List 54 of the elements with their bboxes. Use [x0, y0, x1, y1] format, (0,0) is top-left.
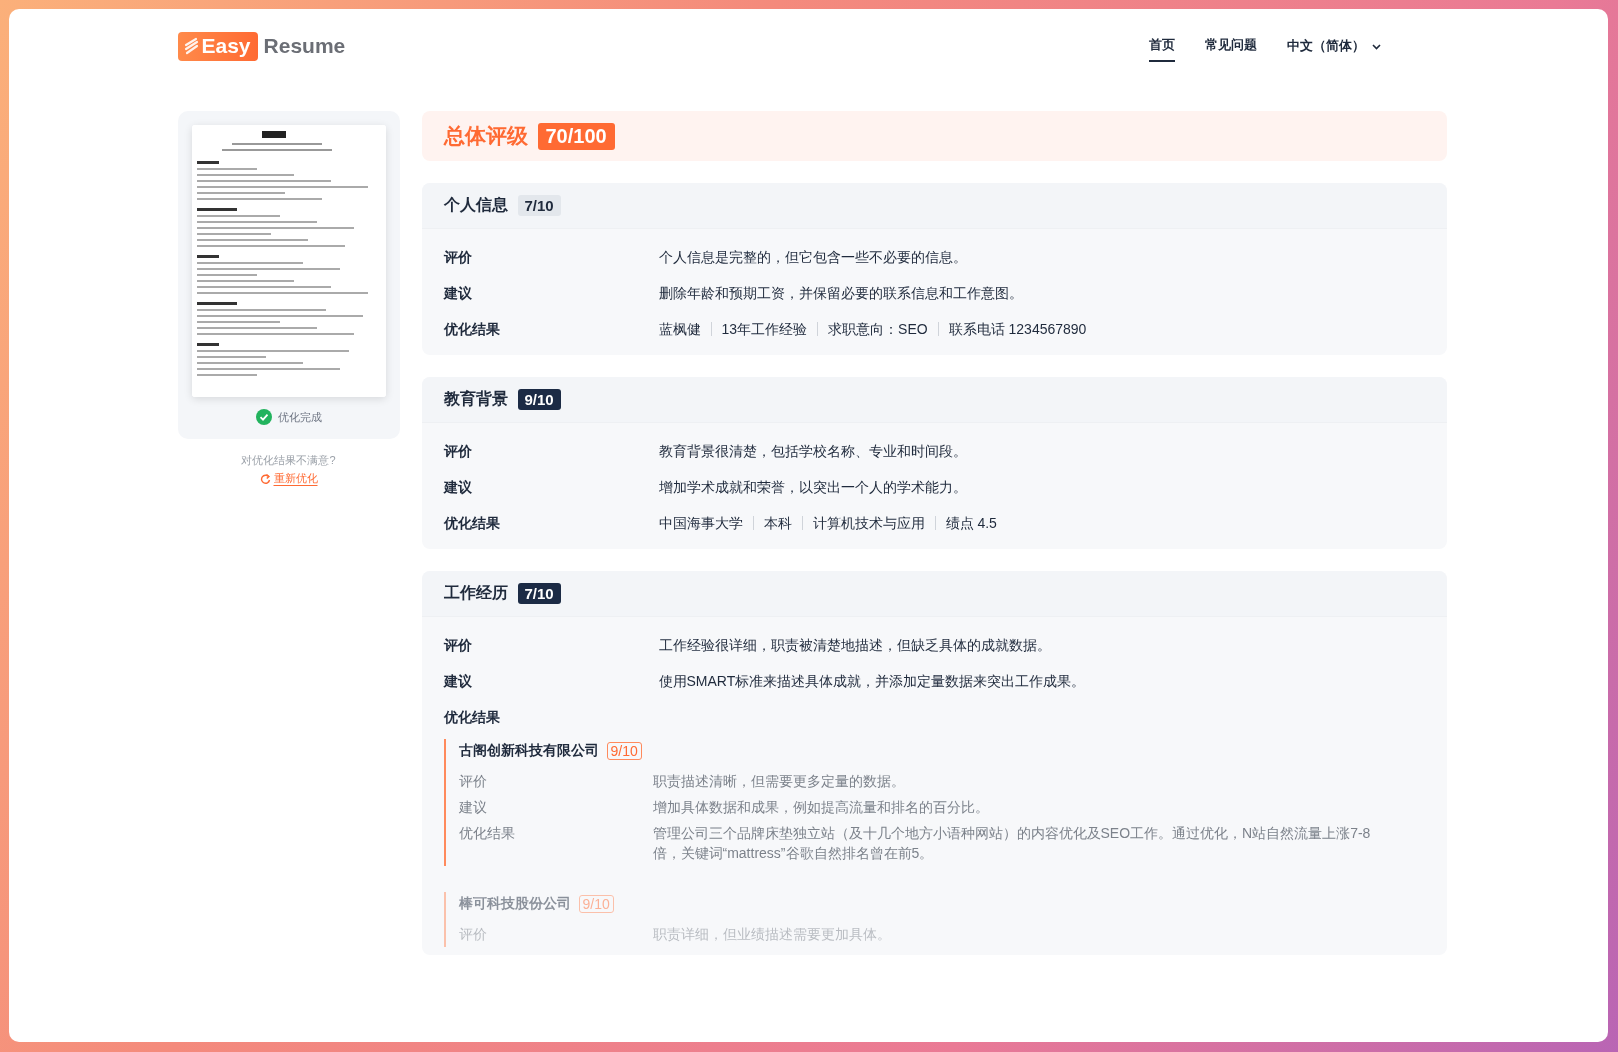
result-item: 联系电话 1234567890: [948, 320, 1087, 339]
result-item: 13年工作经验: [721, 320, 808, 339]
row-label: 评价: [443, 248, 473, 267]
result-item: 绩点 4.5: [945, 514, 997, 533]
company-score: 9/10: [578, 895, 614, 913]
row-label: 建议: [458, 798, 488, 817]
result-item: 求职意向：SEO: [828, 320, 928, 339]
row-label: 优化结果: [443, 320, 501, 339]
row-label: 建议: [443, 672, 473, 691]
row-label: 优化结果: [443, 708, 501, 727]
refresh-icon: [259, 473, 271, 484]
row-label: 优化结果: [443, 514, 501, 533]
section-score: 7/10: [517, 195, 561, 216]
nav-tab[interactable]: 常见问题: [1204, 30, 1257, 62]
row-text: 个人信息是完整的，但它包含一些不必要的信息。: [658, 248, 967, 267]
section-title: 工作经历: [443, 583, 508, 603]
row-text: 职责描述清晰，但需要更多定量的数据。: [652, 772, 906, 791]
overall-score: 70/100: [537, 122, 615, 150]
company-name: 棒可科技股份公司: [458, 895, 571, 913]
row-text: 增加具体数据和成果，例如提高流量和排名的百分比。: [652, 798, 990, 817]
retry-prompt: 对优化结果不满意?: [240, 453, 337, 468]
overall-title: 总体评级: [443, 123, 528, 149]
chevron-down-icon: [1370, 41, 1382, 51]
row-text: 教育背景很清楚，包括学校名称、专业和时间段。: [658, 442, 967, 461]
logo-text: Easy: [201, 33, 251, 58]
check-circle-icon: [255, 409, 272, 425]
nav-tab[interactable]: 首页: [1148, 30, 1175, 62]
row-label: 评价: [458, 772, 488, 791]
result-item: 计算机技术与应用: [812, 514, 925, 533]
status-text: 优化完成: [277, 409, 322, 425]
row-text: 删除年龄和预期工资，并保留必要的联系信息和工作意图。: [658, 284, 1023, 303]
row-label: 优化结果: [458, 824, 516, 843]
row-label: 评价: [443, 442, 473, 461]
company-name: 古阁创新科技有限公司: [458, 742, 599, 760]
company-score: 9/10: [606, 742, 642, 760]
row-text: 使用SMART标准来描述具体成就，并添加定量数据来突出工作成果。: [658, 672, 1086, 691]
row-text: 职责详细，但业绩描述需要更加具体。: [652, 925, 892, 944]
row-label: 建议: [443, 478, 473, 497]
row-label: 建议: [443, 284, 473, 303]
row-text: 工作经验很详细，职责被清楚地描述，但缺乏具体的成就数据。: [658, 636, 1051, 655]
result-item: 本科: [763, 514, 792, 533]
logo-text: Resume: [263, 34, 346, 58]
row-label: 评价: [458, 925, 488, 944]
row-label: 评价: [443, 636, 473, 655]
stripes-icon: [183, 36, 199, 55]
section-score: 9/10: [517, 389, 561, 410]
result-item: 中国海事大学: [658, 514, 743, 533]
result-item: 蓝枫健: [658, 320, 701, 339]
section-title: 教育背景: [443, 389, 508, 409]
row-text: 管理公司三个品牌床垫独立站（及十几个地方小语种网站）的内容优化及SEO工作。通过优化，N站自然流量上涨7-8倍，关键词“mattress”谷歌自然排名曾在前5。: [652, 824, 1372, 863]
row-text: 增加学术成就和荣誉，以突出一个人的学术能力。: [658, 478, 967, 497]
section-score: 7/10: [517, 583, 561, 604]
section-title: 个人信息: [443, 195, 508, 215]
language-selector[interactable]: 中文（简体）: [1286, 31, 1382, 61]
